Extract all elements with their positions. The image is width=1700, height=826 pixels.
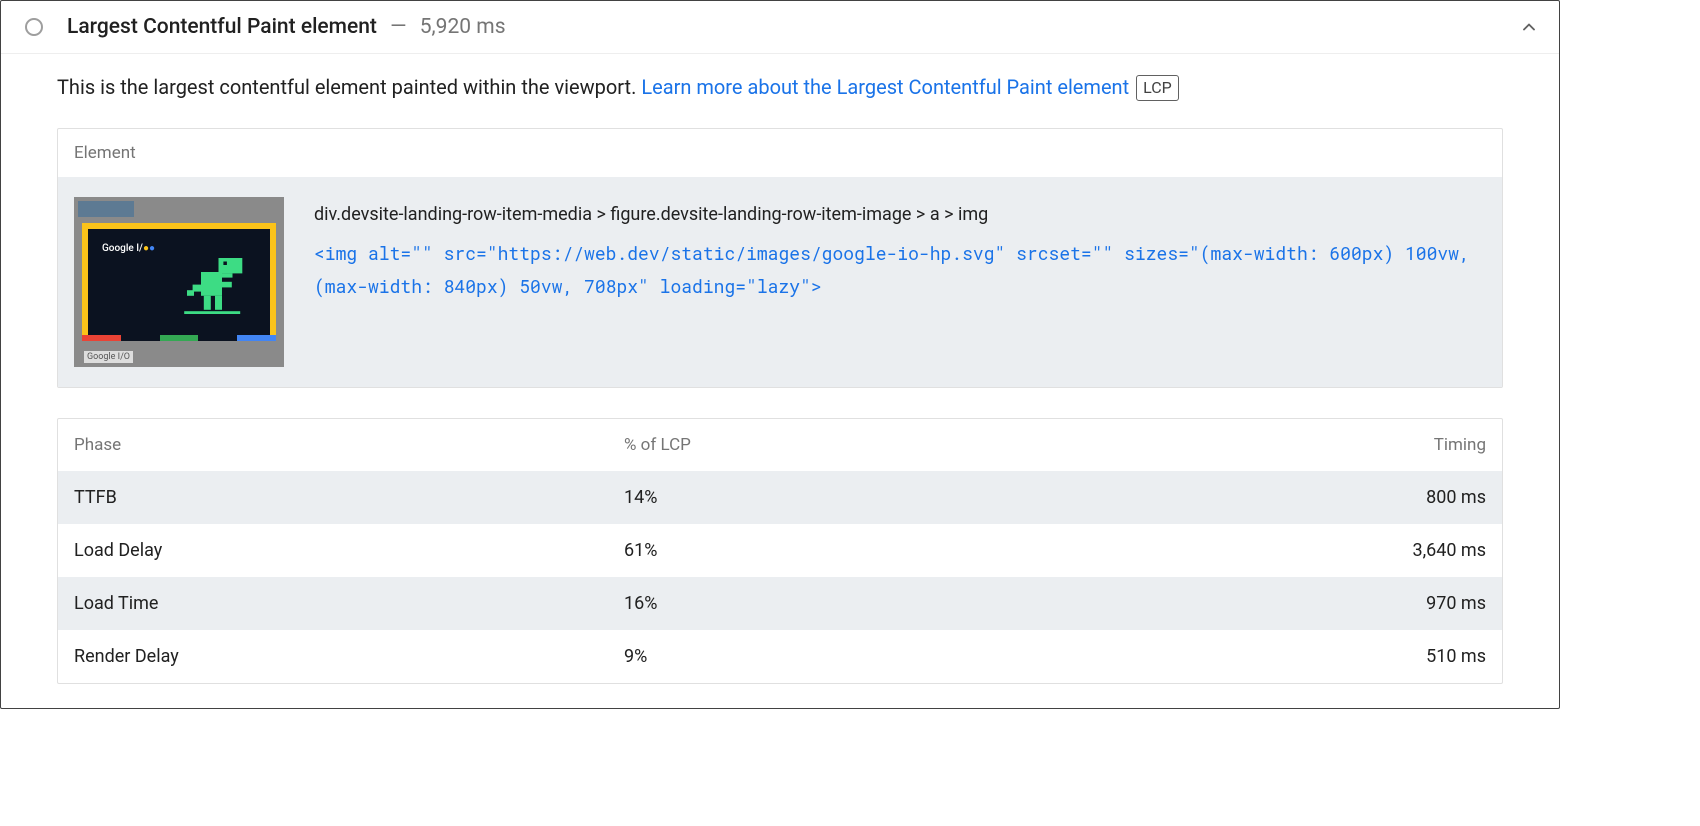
cell-pct: 16% bbox=[624, 593, 1286, 614]
audit-title: Largest Contentful Paint element bbox=[67, 15, 377, 39]
table-header-row: Phase % of LCP Timing bbox=[58, 419, 1502, 471]
thumbnail-footer: Google I/O bbox=[84, 351, 133, 363]
table-row: Load Time 16% 970 ms bbox=[58, 577, 1502, 630]
element-selector-path: div.devsite-landing-row-item-media > fig… bbox=[314, 199, 1486, 231]
cell-pct: 9% bbox=[624, 646, 1286, 667]
element-section-header: Element bbox=[58, 129, 1502, 177]
element-detail: div.devsite-landing-row-item-media > fig… bbox=[314, 197, 1486, 302]
cell-pct: 14% bbox=[624, 487, 1286, 508]
audit-timing: 5,920 ms bbox=[420, 15, 506, 39]
col-header-pct: % of LCP bbox=[624, 435, 1286, 455]
cell-timing: 3,640 ms bbox=[1286, 540, 1486, 561]
audit-body: This is the largest contentful element p… bbox=[1, 54, 1559, 708]
title-separator: — bbox=[385, 15, 412, 39]
lcp-badge: LCP bbox=[1136, 75, 1179, 101]
audit-panel: Largest Contentful Paint element — 5,920… bbox=[0, 0, 1560, 709]
audit-header[interactable]: Largest Contentful Paint element — 5,920… bbox=[1, 1, 1559, 54]
element-thumbnail: Google I/●● bbox=[74, 197, 284, 367]
audit-description: This is the largest contentful element p… bbox=[57, 72, 1503, 102]
col-header-phase: Phase bbox=[74, 435, 624, 455]
element-html-snippet: <img alt="" src="https://web.dev/static/… bbox=[314, 237, 1486, 302]
cell-phase: TTFB bbox=[74, 487, 624, 508]
cell-timing: 510 ms bbox=[1286, 646, 1486, 667]
cell-phase: Load Delay bbox=[74, 540, 624, 561]
learn-more-link[interactable]: Learn more about the Largest Contentful … bbox=[641, 75, 1129, 99]
table-row: Load Delay 61% 3,640 ms bbox=[58, 524, 1502, 577]
cell-timing: 970 ms bbox=[1286, 593, 1486, 614]
element-section: Element Google I/●● bbox=[57, 128, 1503, 388]
cell-pct: 61% bbox=[624, 540, 1286, 561]
thumbnail-label: Google I/●● bbox=[102, 243, 155, 254]
cell-timing: 800 ms bbox=[1286, 487, 1486, 508]
chevron-up-icon[interactable] bbox=[1519, 17, 1539, 37]
cell-phase: Load Time bbox=[74, 593, 624, 614]
status-neutral-icon bbox=[25, 18, 43, 36]
table-row: TTFB 14% 800 ms bbox=[58, 471, 1502, 524]
cell-phase: Render Delay bbox=[74, 646, 624, 667]
element-row: Google I/●● bbox=[58, 177, 1502, 387]
description-text: This is the largest contentful element p… bbox=[57, 75, 641, 99]
dino-icon bbox=[180, 251, 250, 321]
table-row: Render Delay 9% 510 ms bbox=[58, 630, 1502, 683]
phase-table: Phase % of LCP Timing TTFB 14% 800 ms Lo… bbox=[57, 418, 1503, 684]
col-header-timing: Timing bbox=[1286, 435, 1486, 455]
